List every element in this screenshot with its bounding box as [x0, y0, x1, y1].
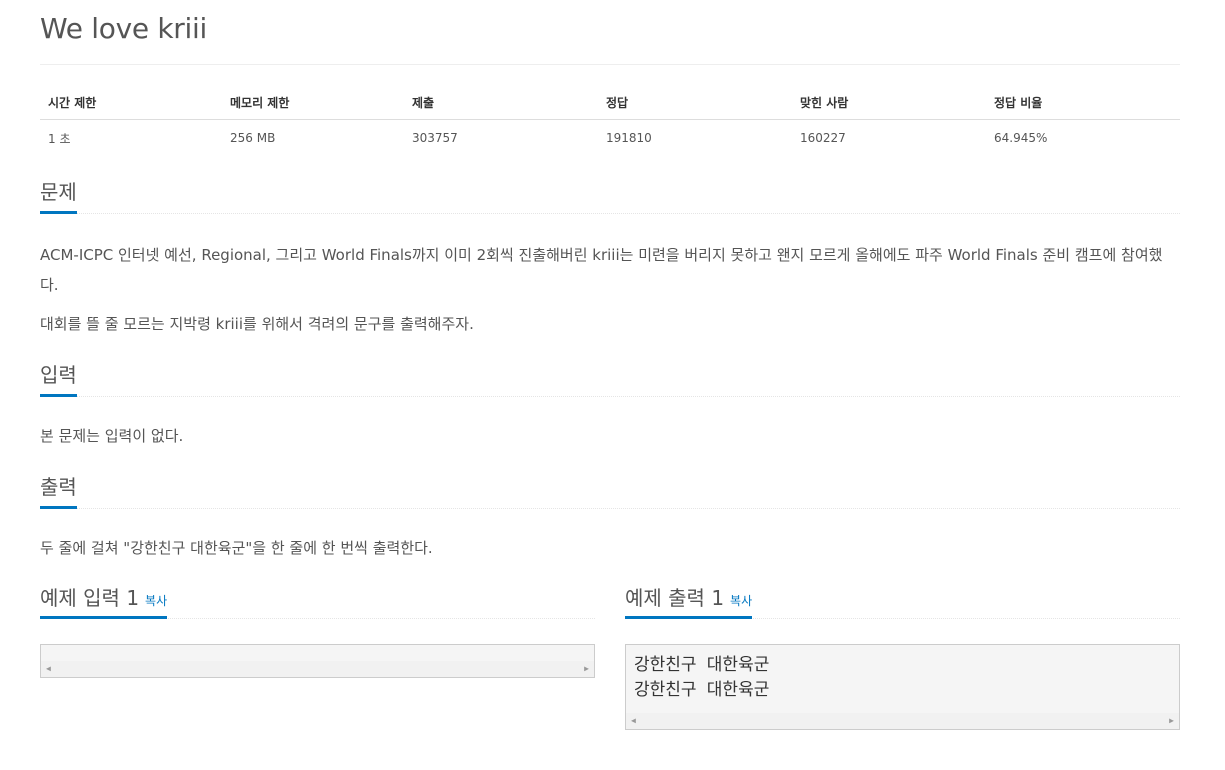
value-solvers: 160227 [800, 131, 846, 145]
input-heading: 입력 [40, 359, 77, 397]
problem-heading-bar: 문제 [40, 175, 1180, 214]
header-solvers: 맞힌 사람 [792, 85, 986, 120]
sample-input-scrollbar[interactable]: ◀ ▶ [41, 661, 594, 677]
problem-heading: 문제 [40, 176, 77, 214]
sample-input-box[interactable]: ◀ ▶ [40, 644, 595, 678]
scroll-left-arrow-icon[interactable]: ◀ [631, 713, 636, 729]
value-accepted: 191810 [606, 131, 652, 145]
header-ratio: 정답 비율 [986, 85, 1180, 120]
output-description: 두 줄에 걸쳐 "강한친구 대한육군"을 한 줄에 한 번씩 출력한다. [40, 539, 433, 557]
value-ratio: 64.945% [994, 131, 1048, 145]
sample-output-heading: 예제 출력 1 복사 [625, 582, 753, 619]
sample-output-content: 강한친구 대한육군 강한친구 대한육군 [634, 655, 770, 700]
scroll-right-arrow-icon[interactable]: ▶ [1169, 713, 1174, 729]
sample-input-panel: 예제 입력 1 복사 ◀ ▶ [40, 581, 595, 730]
header-time-limit: 시간 제한 [40, 85, 222, 120]
info-header-row: 시간 제한 메모리 제한 제출 정답 맞힌 사람 정답 비율 [40, 85, 1180, 120]
samples-row: 예제 입력 1 복사 ◀ ▶ 예제 출력 1 복사 강한친구 대한육군 강한친구 대한… [40, 581, 1180, 730]
page-title: We love kriii [40, 0, 1180, 65]
copy-sample-output-button[interactable]: 복사 [730, 594, 752, 608]
input-description: 본 문제는 입력이 없다. [40, 427, 184, 445]
problem-info-table: 시간 제한 메모리 제한 제출 정답 맞힌 사람 정답 비율 1 초 256 M… [40, 85, 1180, 156]
output-heading-bar: 출력 [40, 470, 1180, 509]
output-section: 출력 두 줄에 걸쳐 "강한친구 대한육군"을 한 줄에 한 번씩 출력한다. [40, 470, 1180, 563]
value-time-limit: 1 초 [48, 131, 71, 146]
sample-output-heading-bar: 예제 출력 1 복사 [625, 581, 1180, 619]
sample-output-title: 예제 출력 1 [625, 586, 725, 610]
problem-paragraph-2: 대회를 뜰 줄 모르는 지박령 kriii를 위해서 격려의 문구를 출력해주자… [40, 315, 474, 333]
sample-output-scrollbar[interactable]: ◀ ▶ [626, 713, 1179, 729]
scroll-right-arrow-icon[interactable]: ▶ [584, 661, 589, 677]
sample-input-heading: 예제 입력 1 복사 [40, 582, 168, 619]
input-heading-bar: 입력 [40, 358, 1180, 397]
value-submissions: 303757 [412, 131, 458, 145]
sample-output-box[interactable]: 강한친구 대한육군 강한친구 대한육군 ◀ ▶ [625, 644, 1180, 730]
copy-sample-input-button[interactable]: 복사 [145, 594, 167, 608]
sample-input-title: 예제 입력 1 [40, 586, 140, 610]
sample-output-panel: 예제 출력 1 복사 강한친구 대한육군 강한친구 대한육군 ◀ ▶ [625, 581, 1180, 730]
problem-paragraph-1: ACM-ICPC 인터넷 예선, Regional, 그리고 World Fin… [40, 246, 1163, 294]
sample-input-heading-bar: 예제 입력 1 복사 [40, 581, 595, 619]
header-submissions: 제출 [404, 85, 598, 120]
header-memory-limit: 메모리 제한 [222, 85, 404, 120]
header-accepted: 정답 [598, 85, 792, 120]
info-value-row: 1 초 256 MB 303757 191810 160227 64.945% [40, 120, 1180, 157]
value-memory-limit: 256 MB [230, 131, 276, 145]
problem-page: We love kriii 시간 제한 메모리 제한 제출 정답 맞힌 사람 정… [40, 0, 1180, 730]
output-heading: 출력 [40, 471, 77, 509]
problem-section: 문제 ACM-ICPC 인터넷 예선, Regional, 그리고 World … [40, 175, 1180, 339]
input-section: 입력 본 문제는 입력이 없다. [40, 358, 1180, 451]
scroll-left-arrow-icon[interactable]: ◀ [46, 661, 51, 677]
